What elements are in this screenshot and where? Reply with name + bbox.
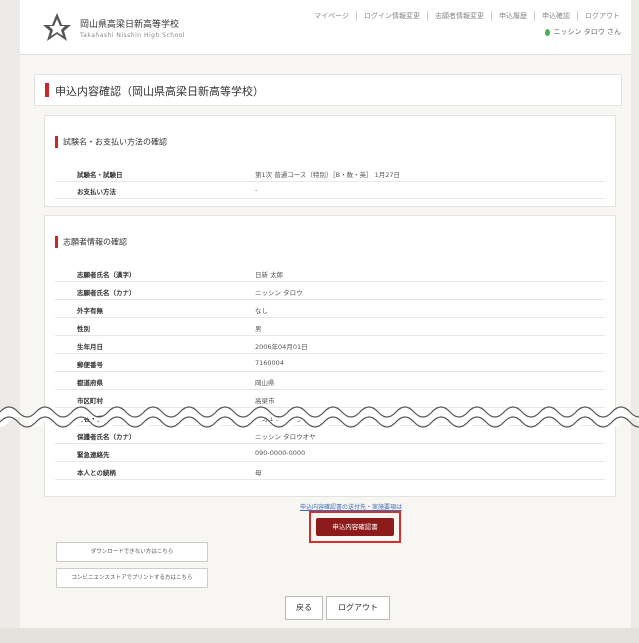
table-row: 試験名・試験日 第1次 普通コース（特別）［B・数・英］ 1月27日 xyxy=(55,164,605,182)
row-value: ニッシン タロウ xyxy=(255,289,303,297)
row-value: 090-0000-0000 xyxy=(255,449,306,457)
page-title-bar: 申込内容確認（岡山県高梁日新高等学校） xyxy=(34,74,622,106)
table-row: 郵便番号 7160004 xyxy=(55,354,605,372)
download-help-button[interactable]: ダウンロードできない方はこちら xyxy=(56,542,208,562)
row-value: 男 xyxy=(255,325,262,333)
school-logo-icon xyxy=(43,13,71,41)
nav-history[interactable]: 申込履歴 xyxy=(492,11,535,21)
user-name: ニッシン タロウ さん xyxy=(553,28,621,36)
nav-confirm[interactable]: 申込確認 xyxy=(535,11,578,21)
confirm-button-highlight: 申込内容確認書 xyxy=(309,511,401,543)
school-subtitle: Takahashi Nisshin High School xyxy=(80,32,186,39)
page: 岡山県高梁日新高等学校 Takahashi Nisshin High Schoo… xyxy=(20,0,631,643)
row-label: 試験名・試験日 xyxy=(77,171,123,179)
table-row: 緊急連絡先 090-0000-0000 xyxy=(55,444,605,462)
row-value: 日新 太郎 xyxy=(255,271,284,279)
row-value: 母 xyxy=(255,469,262,477)
table-row: 生年月日 2006年04月01日 xyxy=(55,336,605,354)
instructions-link[interactable]: 申込内容確認書の送付先・実施要項は xyxy=(300,502,402,511)
row-value: - xyxy=(255,186,258,194)
row-label: 保護者氏名（カナ） xyxy=(77,433,136,441)
table-row: 志願者氏名（漢字） 日新 太郎 xyxy=(55,264,605,282)
title-accent-bar xyxy=(45,83,49,97)
table-row: 本人との続柄 母 xyxy=(55,462,605,480)
user-info: ニッシン タロウ さん xyxy=(544,27,621,37)
row-label: 志願者氏名（カナ） xyxy=(77,289,136,297)
nav-logout[interactable]: ログアウト xyxy=(578,11,627,21)
convenience-store-print-button[interactable]: コンビニエンスストアでプリントする方はこちら xyxy=(56,568,208,588)
top-nav: マイページ ログイン情報変更 志願者情報変更 申込履歴 申込確認 ログアウト xyxy=(307,11,627,21)
nav-applicant-info[interactable]: 志願者情報変更 xyxy=(428,11,492,21)
row-label: 生年月日 xyxy=(77,343,103,351)
section-accent-bar xyxy=(55,236,58,248)
applicant-section-title-text: 志願者情報の確認 xyxy=(63,237,127,247)
section-accent-bar xyxy=(55,136,58,148)
row-label: 外字有無 xyxy=(77,307,103,315)
row-label: 緊急連絡先 xyxy=(77,451,110,459)
site-header: 岡山県高梁日新高等学校 Takahashi Nisshin High Schoo… xyxy=(20,0,631,55)
table-row: 性別 男 xyxy=(55,318,605,336)
row-value: ニッシン タロウオヤ xyxy=(255,433,316,441)
nav-mypage[interactable]: マイページ xyxy=(307,11,357,21)
exam-section-title: 試験名・お支払い方法の確認 xyxy=(55,136,167,148)
row-label: 本人との続柄 xyxy=(77,469,116,477)
page-break-wave xyxy=(0,406,639,428)
confirm-document-button[interactable]: 申込内容確認書 xyxy=(316,518,394,536)
table-row: 外字有無 なし xyxy=(55,300,605,318)
exam-section-title-text: 試験名・お支払い方法の確認 xyxy=(63,137,167,147)
bottom-strip xyxy=(0,628,639,643)
page-title: 申込内容確認（岡山県高梁日新高等学校） xyxy=(55,85,264,98)
row-label: 都道府県 xyxy=(77,379,103,387)
logout-button[interactable]: ログアウト xyxy=(326,596,390,620)
applicant-section-title: 志願者情報の確認 xyxy=(55,236,127,248)
table-row: お支払い方法 - xyxy=(55,181,605,199)
row-label: 性別 xyxy=(77,325,90,333)
school-name: 岡山県高梁日新高等学校 xyxy=(80,20,180,30)
applicant-section-card: 志願者情報の確認 志願者氏名（漢字） 日新 太郎志願者氏名（カナ） ニッシン タロウ… xyxy=(44,215,616,497)
row-value: 2006年04月01日 xyxy=(255,343,308,351)
location-pin-icon xyxy=(544,28,550,36)
row-label: 郵便番号 xyxy=(77,361,103,369)
row-label: 志願者氏名（漢字） xyxy=(77,271,136,279)
row-value: なし xyxy=(255,307,268,315)
exam-section-card: 試験名・お支払い方法の確認 試験名・試験日 第1次 普通コース（特別）［B・数・… xyxy=(44,115,616,207)
table-row: 志願者氏名（カナ） ニッシン タロウ xyxy=(55,282,605,300)
row-value: 岡山県 xyxy=(255,379,275,387)
row-value: 7160004 xyxy=(255,359,284,367)
table-row: 都道府県 岡山県 xyxy=(55,372,605,390)
back-button[interactable]: 戻る xyxy=(285,596,323,620)
row-value: 第1次 普通コース（特別）［B・数・英］ 1月27日 xyxy=(255,171,401,179)
nav-login-info[interactable]: ログイン情報変更 xyxy=(357,11,428,21)
row-label: お支払い方法 xyxy=(77,188,116,196)
